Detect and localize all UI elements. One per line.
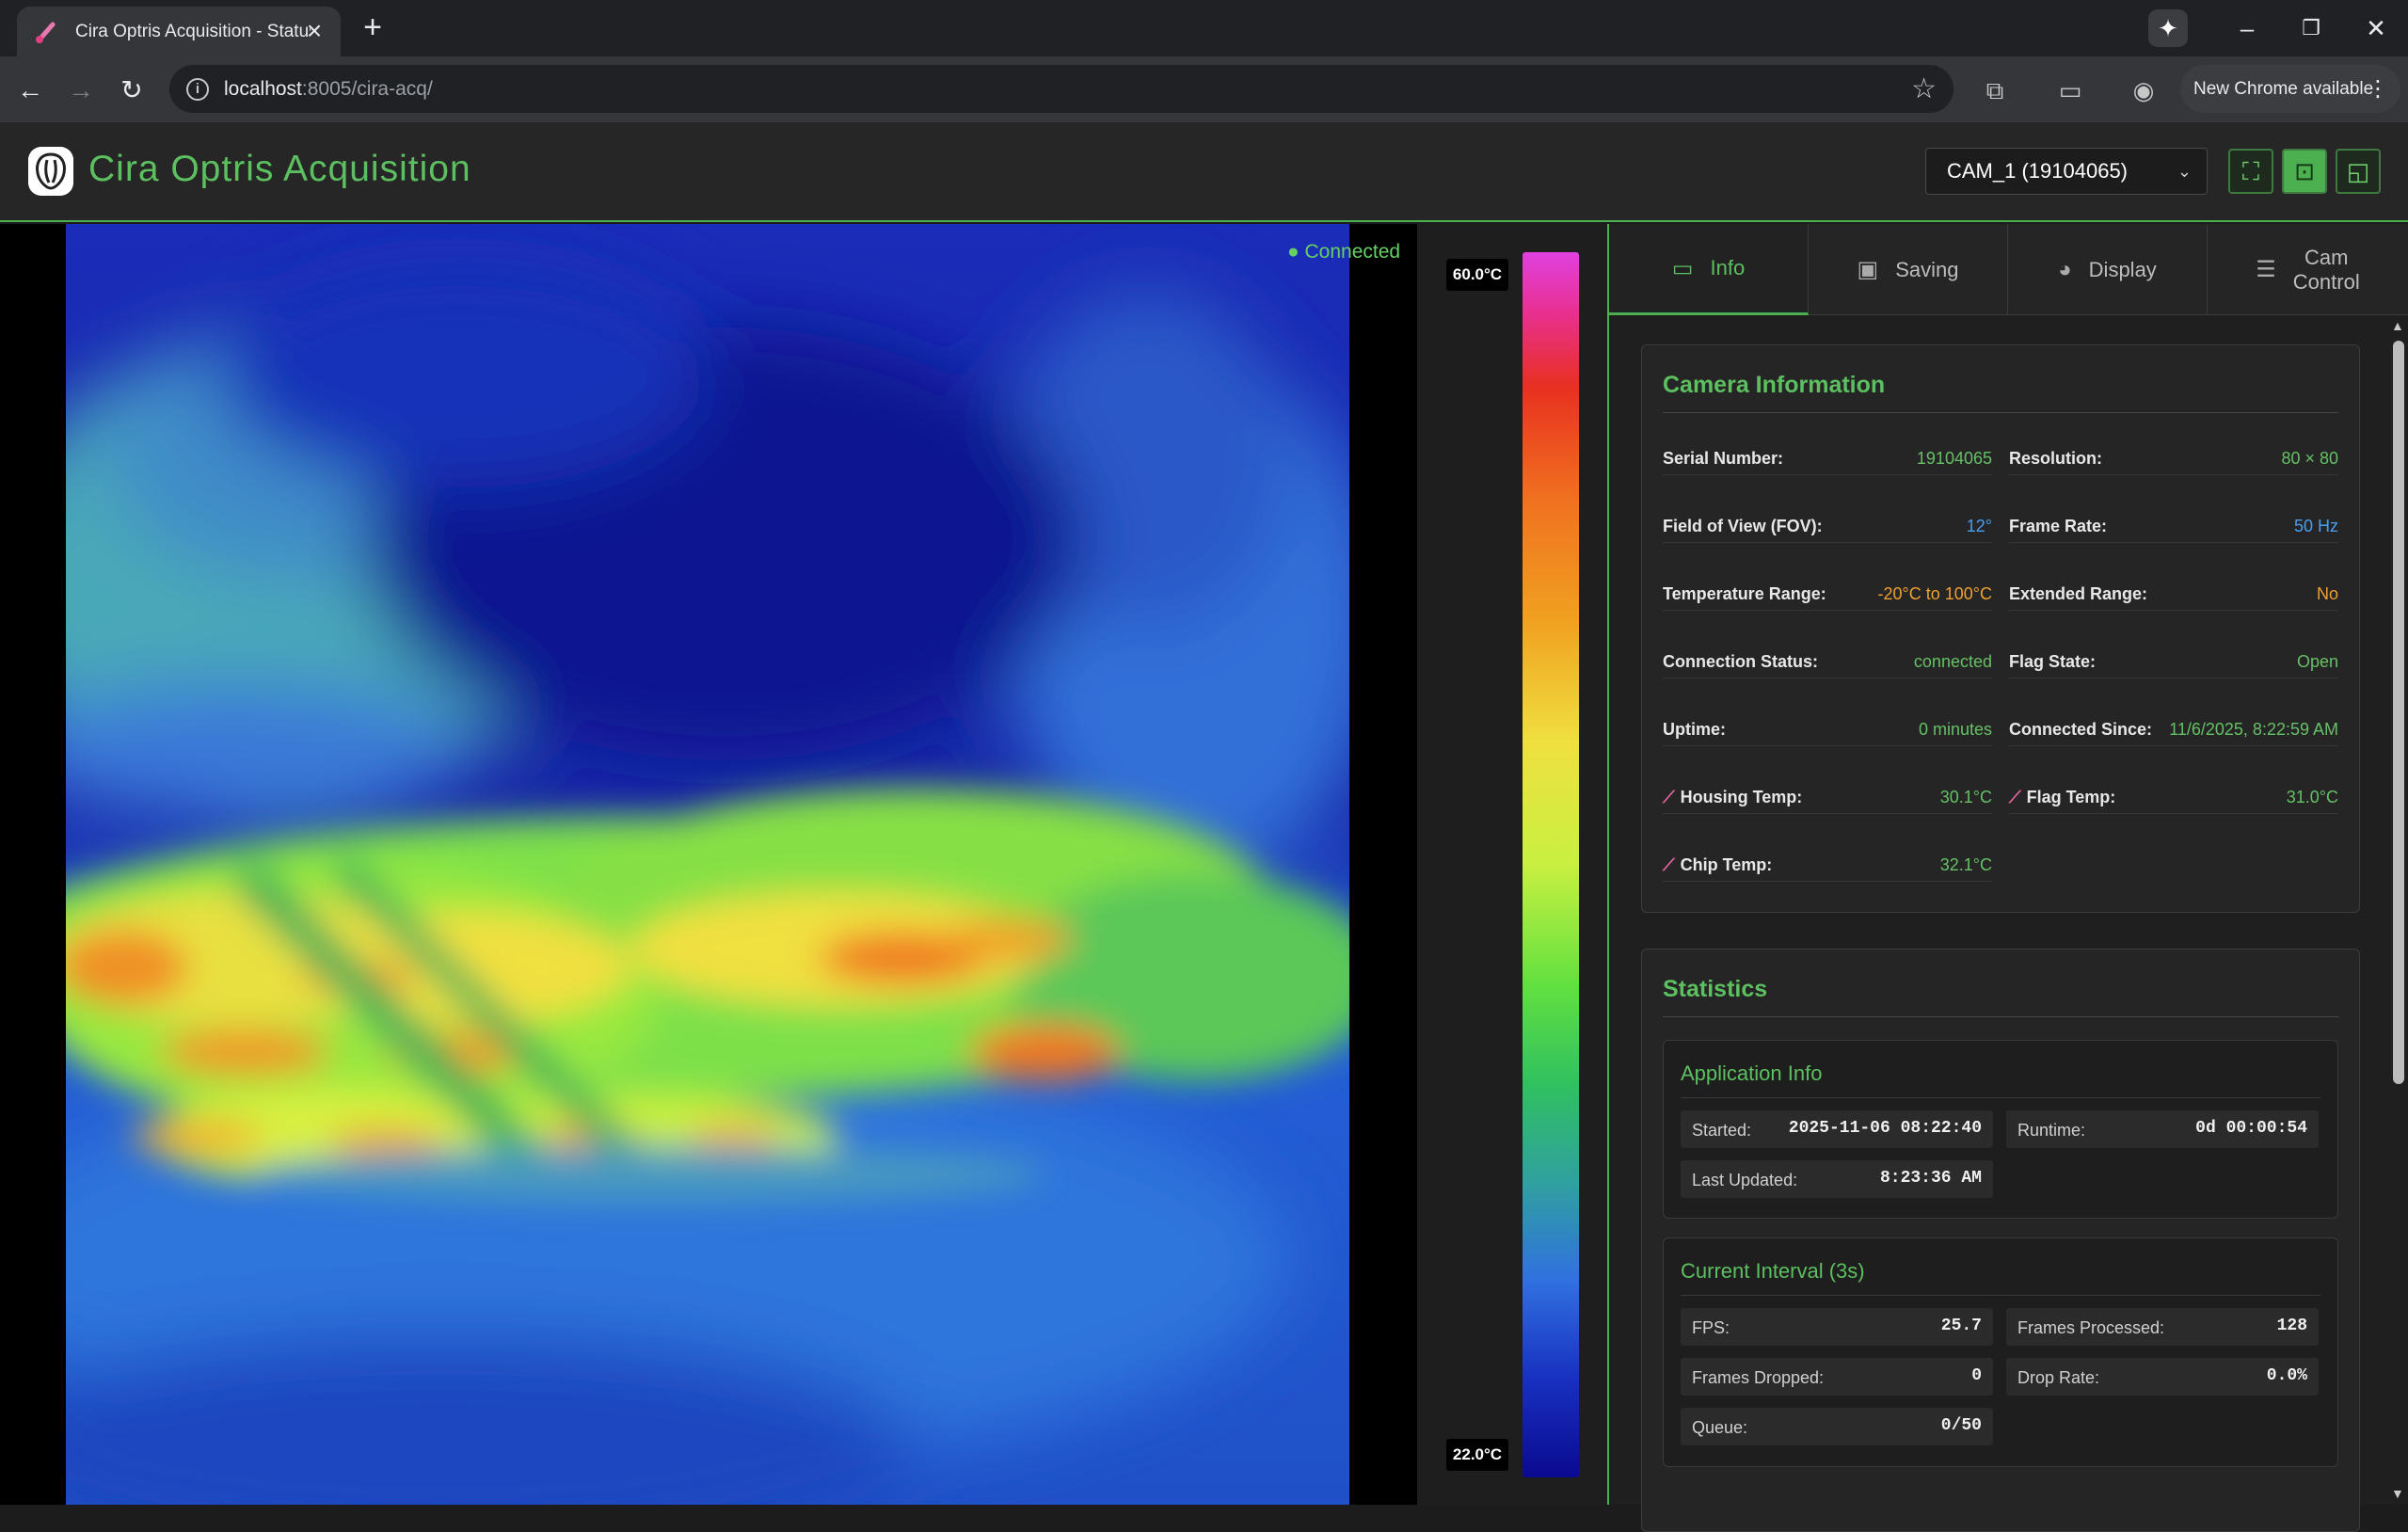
gemini-icon[interactable]: ✦ <box>2148 9 2188 47</box>
browser-tab-strip: Cira Optris Acquisition - Status × + ✦ –… <box>0 0 2408 56</box>
app-title: Cira Optris Acquisition <box>88 149 471 189</box>
statistics-card: Statistics Application Info Started: 202… <box>1641 949 2360 1532</box>
started-stat: Started: 2025-11-06 08:22:40 <box>1681 1110 1993 1148</box>
browser-tab[interactable]: Cira Optris Acquisition - Status × <box>17 7 341 56</box>
thermal-viewport: ● Connected 60.0°C 22.0°C <box>0 224 1607 1505</box>
monitor-icon: ▭ <box>1671 255 1694 281</box>
panel-scrollbar[interactable]: ▲ ▼ <box>2389 316 2408 1505</box>
scroll-up-icon[interactable]: ▲ <box>2391 318 2404 333</box>
browser-toolbar: ← → ↻ i localhost:8005/cira-acq/ ☆ ⧉ ▭ ◉… <box>0 56 2408 122</box>
info-row: Flag State: Open <box>2009 645 2338 678</box>
panel-toggle-button[interactable]: ◱ <box>2336 149 2381 194</box>
last-updated-stat: Last Updated: 8:23:36 AM <box>1681 1160 1993 1198</box>
color-scale-bar <box>1523 252 1579 1477</box>
url-text: localhost:8005/cira-acq/ <box>224 77 433 100</box>
bookmark-star-icon[interactable]: ☆ <box>1911 72 1937 105</box>
close-tab-icon[interactable]: × <box>301 18 327 44</box>
side-panel: ▭ Info ▣ Saving ◕ Display ☰ Cam Control C… <box>1607 224 2408 1532</box>
thermometer-icon <box>36 22 56 43</box>
thermometer-icon: ⟋ <box>2009 788 2021 806</box>
queue-stat: Queue: 0/50 <box>1681 1408 1993 1445</box>
panel-tabs: ▭ Info ▣ Saving ◕ Display ☰ Cam Control <box>1609 224 2408 315</box>
thermal-image[interactable] <box>66 224 1349 1505</box>
info-row: ⟋ Flag Temp: 31.0°C <box>2009 780 2338 814</box>
thermometer-icon: ⟋ <box>1663 788 1675 806</box>
app-header: Cira Optris Acquisition CAM_1 (19104065)… <box>0 122 2408 222</box>
tab-display[interactable]: ◕ Display <box>2008 224 2208 315</box>
scale-min-label: 22.0°C <box>1446 1439 1508 1471</box>
info-row: Extended Range: No <box>2009 577 2338 611</box>
app-logo-icon <box>28 147 73 196</box>
info-row: Resolution: 80 × 80 <box>2009 441 2338 475</box>
camera-info-card: Camera Information Serial Number: 191040… <box>1641 344 2360 913</box>
info-row: Uptime: 0 minutes <box>1663 712 1992 746</box>
drop-rate-stat: Drop Rate: 0.0% <box>2006 1358 2319 1396</box>
info-row: Frame Rate: 50 Hz <box>2009 509 2338 543</box>
info-row: Connection Status: connected <box>1663 645 1992 678</box>
scroll-down-icon[interactable]: ▼ <box>2391 1486 2404 1501</box>
statistics-title: Statistics <box>1663 976 1768 1002</box>
application-info-title: Application Info <box>1681 1061 1823 1085</box>
cast-icon[interactable]: ▭ <box>2051 72 2089 109</box>
scale-max-label: 60.0°C <box>1446 259 1508 291</box>
letterbox-right <box>1349 224 1417 1505</box>
info-row: ⟋ Chip Temp: 32.1°C <box>1663 848 1992 882</box>
back-icon[interactable]: ← <box>11 72 49 109</box>
sliders-icon: ☰ <box>2256 257 2276 282</box>
fit-view-button[interactable]: ⊡ <box>2282 149 2327 194</box>
scroll-thumb[interactable] <box>2393 341 2404 1084</box>
info-row: Serial Number: 19104065 <box>1663 441 1992 475</box>
camera-info-title: Camera Information <box>1663 372 1886 398</box>
thermal-frame <box>66 224 1349 1505</box>
info-row: Temperature Range: -20°C to 100°C <box>1663 577 1992 611</box>
tab-title: Cira Optris Acquisition - Status <box>75 21 311 41</box>
divider <box>1663 1016 2338 1017</box>
info-row: Field of View (FOV): 12° <box>1663 509 1992 543</box>
tab-info[interactable]: ▭ Info <box>1609 224 1809 315</box>
frames-processed-stat: Frames Processed: 128 <box>2006 1308 2319 1346</box>
application-info-section: Application Info Started: 2025-11-06 08:… <box>1663 1040 2338 1219</box>
profile-icon[interactable]: ◉ <box>2125 72 2162 109</box>
chrome-update-button[interactable]: New Chrome available ⋮ <box>2180 65 2400 113</box>
more-menu-icon[interactable]: ⋮ <box>2367 65 2389 113</box>
fps-stat: FPS: 25.7 <box>1681 1308 1993 1346</box>
address-bar[interactable]: i localhost:8005/cira-acq/ ☆ <box>169 65 1954 113</box>
divider <box>1663 412 2338 413</box>
current-interval-section: Current Interval (3s) FPS: 25.7 Frames P… <box>1663 1237 2338 1467</box>
runtime-stat: Runtime: 0d 00:00:54 <box>2006 1110 2319 1148</box>
extensions-icon[interactable]: ⧉ <box>1976 72 2014 109</box>
forward-icon[interactable]: → <box>62 72 100 109</box>
camera-select[interactable]: CAM_1 (19104065) ⌄ <box>1925 148 2208 195</box>
info-row: Connected Since: 11/6/2025, 8:22:59 AM <box>2009 712 2338 746</box>
tab-saving[interactable]: ▣ Saving <box>1809 224 2008 315</box>
palette-icon: ◕ <box>2058 256 2072 282</box>
connection-status: ● Connected <box>1287 241 1401 263</box>
tab-cam-control[interactable]: ☰ Cam Control <box>2208 224 2408 315</box>
minimize-icon[interactable]: – <box>2228 11 2266 45</box>
info-row: ⟋ Housing Temp: 30.1°C <box>1663 780 1992 814</box>
current-interval-title: Current Interval (3s) <box>1681 1259 1865 1283</box>
divider <box>1681 1097 2320 1098</box>
close-window-icon[interactable]: ✕ <box>2357 11 2395 45</box>
new-tab-button[interactable]: + <box>356 11 390 45</box>
reload-icon[interactable]: ↻ <box>113 72 151 109</box>
restore-icon[interactable]: ❐ <box>2292 11 2330 45</box>
divider <box>1681 1295 2320 1296</box>
letterbox-left <box>0 224 66 1505</box>
site-info-icon[interactable]: i <box>186 77 209 101</box>
fullscreen-button[interactable]: ⛶ <box>2228 149 2273 194</box>
thermometer-icon: ⟋ <box>1663 855 1675 874</box>
save-icon: ▣ <box>1857 257 1879 282</box>
frames-dropped-stat: Frames Dropped: 0 <box>1681 1358 1993 1396</box>
chevron-down-icon: ⌄ <box>2177 162 2192 181</box>
